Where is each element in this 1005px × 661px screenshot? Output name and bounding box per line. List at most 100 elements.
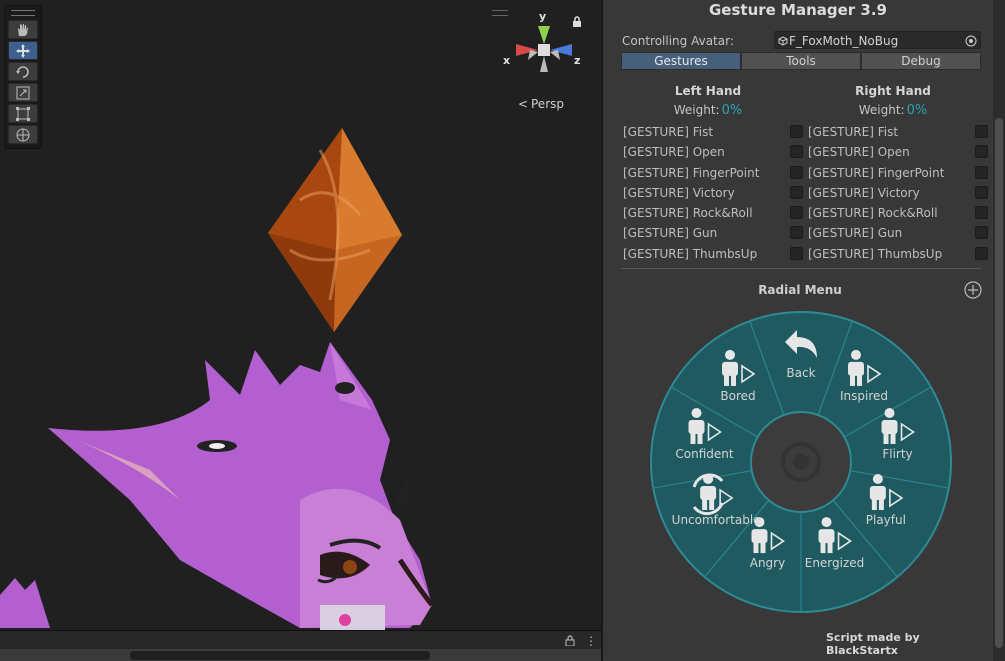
avatar-object-field[interactable]: F_FoxMoth_NoBug	[774, 31, 981, 49]
move-tool-icon	[16, 44, 30, 58]
radial-item-label: Playful	[865, 513, 906, 527]
gesture-checkbox[interactable]	[975, 165, 988, 179]
rotate-tool-button[interactable]	[8, 62, 38, 81]
gesture-label: [GESTURE] Gun	[623, 226, 718, 241]
lock-icon[interactable]	[572, 16, 582, 27]
gesture-row[interactable]: [GESTURE] ThumbsUp	[808, 244, 988, 264]
gesture-row[interactable]: [GESTURE] Open	[808, 142, 988, 162]
gesture-row[interactable]: [GESTURE] Gun	[623, 223, 803, 243]
radial-item-label: Flirty	[882, 446, 913, 461]
tab-gestures[interactable]: Gestures	[621, 52, 741, 70]
gesture-checkbox[interactable]	[975, 246, 988, 260]
tab-bar: Gestures Tools Debug	[621, 52, 981, 70]
gesture-row[interactable]: [GESTURE] Fist	[808, 122, 988, 142]
gesture-checkbox[interactable]	[790, 145, 803, 159]
left-hand-title: Left Hand	[674, 84, 742, 98]
object-picker-icon[interactable]	[965, 35, 977, 47]
move-tool-button[interactable]	[8, 41, 38, 60]
left-weight: Weight: 0%	[618, 103, 798, 118]
scale-tool-button[interactable]	[8, 83, 38, 102]
radial-item-label: Angry	[749, 556, 786, 571]
gizmo-y-label[interactable]: y	[539, 10, 546, 23]
tab-debug[interactable]: Debug	[861, 52, 981, 70]
radial-item-label: Confident	[675, 446, 734, 461]
gesture-label: [GESTURE] Victory	[623, 185, 735, 200]
gesture-label: [GESTURE] Fist	[808, 125, 899, 139]
gizmo-x-label[interactable]: x	[503, 54, 510, 67]
gesture-row[interactable]: [GESTURE] Victory	[808, 183, 988, 203]
weight-value: 0%	[721, 103, 743, 118]
transform-tool-button[interactable]	[8, 125, 38, 144]
gesture-row[interactable]: [GESTURE] Rock&Roll	[623, 203, 803, 223]
right-weight: Weight: 0%	[803, 103, 983, 118]
gesture-checkbox[interactable]	[790, 226, 803, 240]
gesture-label: [GESTURE] Gun	[808, 226, 903, 241]
projection-toggle[interactable]: < Persp	[518, 97, 564, 111]
gesture-row[interactable]: [GESTURE] Open	[623, 142, 803, 162]
gesture-label: [GESTURE] Fist	[623, 125, 714, 139]
gesture-label: [GESTURE] FingerPoint	[623, 165, 760, 180]
gesture-row[interactable]: [GESTURE] Gun	[808, 223, 988, 243]
gesture-row[interactable]: [GESTURE] Fist	[623, 122, 803, 142]
radial-item-label: Bored	[720, 388, 756, 403]
gesture-checkbox[interactable]	[790, 125, 803, 138]
gesture-label: [GESTURE] Open	[623, 145, 725, 160]
gesture-label: [GESTURE] Victory	[808, 185, 920, 200]
console-search-input[interactable]	[130, 651, 430, 660]
gesture-label: [GESTURE] FingerPoint	[808, 165, 945, 180]
gesture-label: [GESTURE] Rock&Roll	[808, 206, 938, 221]
transform-tool-icon	[16, 128, 30, 142]
weight-label: Weight:	[858, 103, 905, 117]
tab-tools[interactable]: Tools	[741, 52, 861, 70]
right-gesture-list: [GESTURE] Fist [GESTURE] Open [GESTURE] Fi…	[808, 122, 988, 264]
panel-scrollbar[interactable]	[993, 0, 1005, 661]
gesture-row[interactable]: [GESTURE] ThumbsUp	[623, 244, 803, 264]
radial-menu-title: Radial Menu	[758, 283, 842, 297]
scene-view[interactable]: y x z < Persp ⋮	[0, 0, 601, 661]
gesture-row[interactable]: [GESTURE] Victory	[623, 183, 803, 203]
gesture-label: [GESTURE] Open	[808, 145, 910, 160]
hand-tool-button[interactable]	[8, 20, 38, 39]
projection-label: Persp	[531, 97, 564, 111]
rect-tool-icon	[16, 107, 30, 121]
gesture-row[interactable]: [GESTURE] FingerPoint	[623, 163, 803, 183]
gesture-checkbox[interactable]	[790, 206, 803, 220]
gesture-checkbox[interactable]	[790, 246, 803, 260]
gesture-label: [GESTURE] Rock&Roll	[623, 206, 753, 221]
gesture-checkbox[interactable]	[975, 125, 988, 138]
perspective-chevron-icon: <	[518, 97, 529, 111]
gesture-checkbox[interactable]	[975, 145, 988, 159]
add-icon[interactable]	[964, 281, 982, 299]
palette-grip-icon[interactable]	[11, 10, 35, 16]
gesture-label: [GESTURE] ThumbsUp	[623, 246, 758, 261]
credit-text: Script made by BlackStartx	[826, 631, 920, 657]
avatar-value: F_FoxMoth_NoBug	[789, 34, 899, 48]
tool-palette	[4, 5, 42, 149]
gesture-row[interactable]: [GESTURE] Rock&Roll	[808, 203, 988, 223]
right-hand-title: Right Hand	[855, 84, 931, 98]
radial-item-label: Back	[786, 366, 816, 380]
more-options-icon[interactable]: ⋮	[585, 634, 597, 648]
gesture-manager-panel: Gesture Manager 3.9 Controlling Avatar: …	[603, 0, 993, 661]
gesture-checkbox[interactable]	[975, 206, 988, 220]
rect-tool-button[interactable]	[8, 104, 38, 123]
weight-value: 0%	[906, 103, 928, 118]
gizmo-z-label[interactable]: z	[574, 54, 580, 67]
gesture-checkbox[interactable]	[975, 185, 988, 199]
radial-menu: Back Inspired Flirty Playful Energized Angry U…	[649, 310, 953, 614]
page-title: Gesture Manager 3.9	[708, 1, 887, 19]
gesture-checkbox[interactable]	[790, 185, 803, 199]
radial-item-label: Inspired	[839, 388, 888, 403]
avatar-render	[0, 128, 434, 630]
rotate-tool-icon	[16, 66, 29, 78]
gesture-checkbox[interactable]	[975, 226, 988, 240]
scroll-thumb[interactable]	[995, 118, 1003, 648]
lock-icon[interactable]	[565, 635, 575, 646]
weight-label: Weight:	[673, 103, 720, 117]
hand-tool-icon	[18, 24, 28, 36]
avatar-label: Controlling Avatar:	[622, 34, 734, 48]
console-bar	[0, 649, 601, 661]
gameobject-icon	[778, 36, 788, 46]
gesture-checkbox[interactable]	[790, 165, 803, 179]
gesture-row[interactable]: [GESTURE] FingerPoint	[808, 163, 988, 183]
